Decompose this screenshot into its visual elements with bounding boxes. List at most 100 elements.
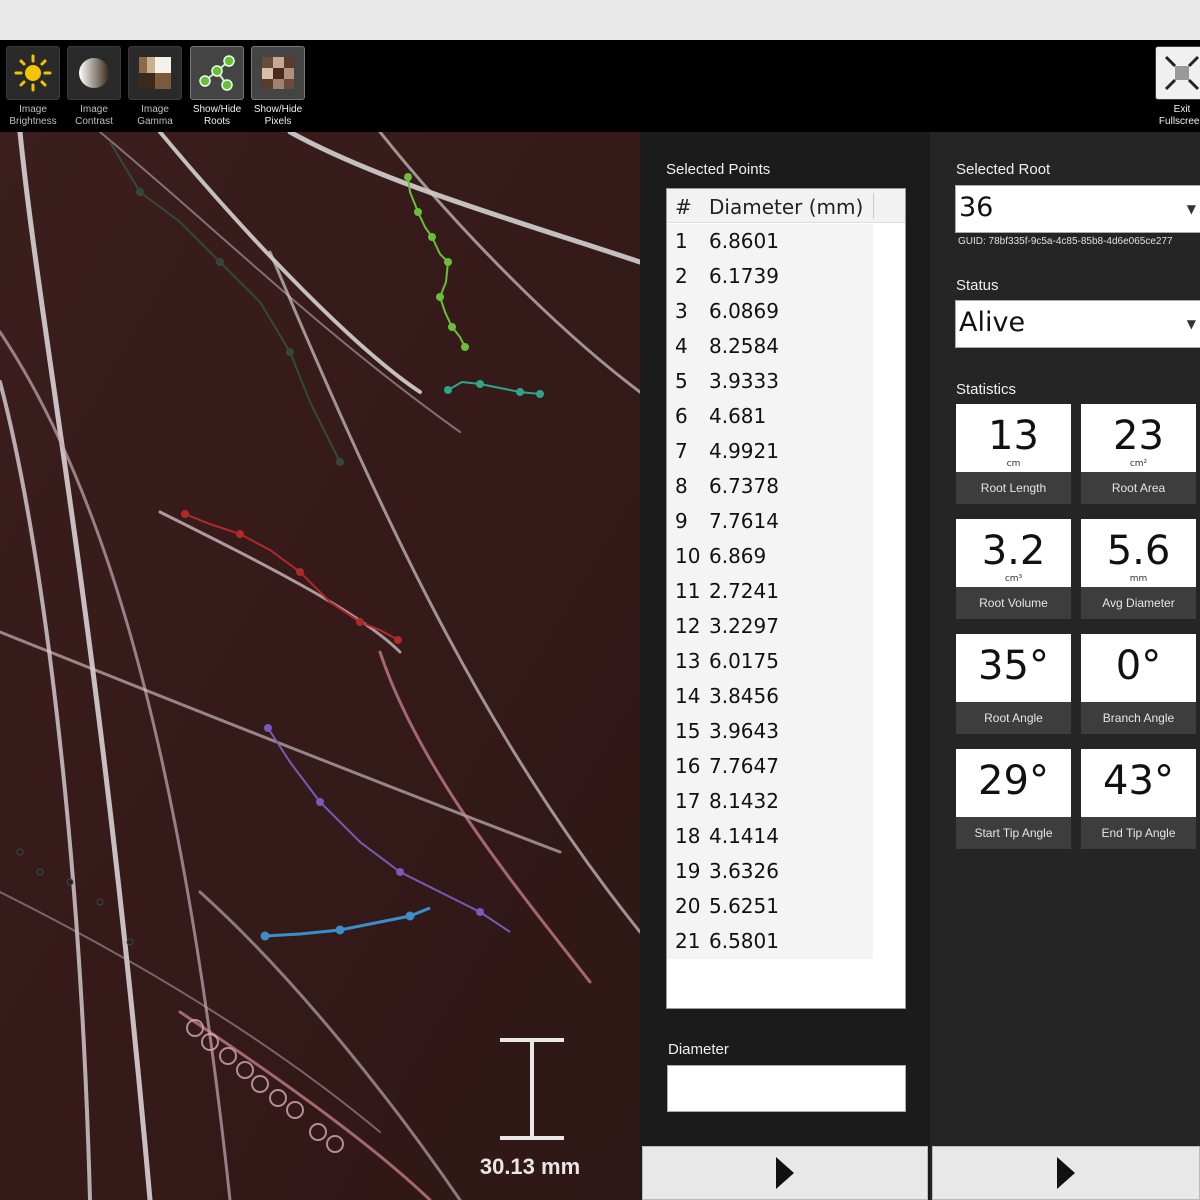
list-item[interactable]: 9 7.7614 [667,504,873,539]
stat-label: Branch Angle [1081,702,1196,734]
column-separator [873,193,874,219]
diameter-input[interactable] [667,1065,906,1112]
stat-unit: mm [1129,574,1148,584]
point-diameter: 6.869 [709,544,767,568]
play-icon [776,1157,794,1189]
list-item[interactable]: 12 3.2297 [667,609,873,644]
list-rows: 1 6.8601 2 6.1739 3 6.0869 4 8.2584 5 3.9333 6 4.68… [667,224,873,959]
point-number: 1 [675,229,688,253]
column-header-diameter[interactable]: Diameter (mm) [709,195,863,219]
point-number: 2 [675,264,688,288]
selected-root-label: Selected Root [956,161,1051,178]
stat-root-angle: 35° Root Angle [956,634,1071,734]
list-header: # Diameter (mm) [667,189,905,223]
list-item[interactable]: 2 6.1739 [667,259,873,294]
roots-icon [199,55,235,91]
list-item[interactable]: 18 4.1414 [667,819,873,854]
list-item[interactable]: 11 2.7241 [667,574,873,609]
point-number: 7 [675,439,688,463]
point-diameter: 6.0175 [709,649,779,673]
stat-label: Root Area [1081,472,1196,504]
point-diameter: 6.5801 [709,929,779,953]
stat-value: 5.6 [1106,528,1171,574]
selected-points-list[interactable]: # Diameter (mm) 1 6.8601 2 6.1739 3 6.0869 4 8.… [666,188,906,1009]
point-diameter: 3.9643 [709,719,779,743]
list-item[interactable]: 15 3.9643 [667,714,873,749]
stat-root-area: 23 cm² Root Area [1081,404,1196,504]
root-guid: GUID: 78bf335f-9c5a-4c85-85b8-4d6e065ce2… [958,236,1173,247]
point-diameter: 7.7647 [709,754,779,778]
image-contrast-button[interactable] [67,46,121,100]
point-diameter: 5.6251 [709,894,779,918]
image-brightness-button[interactable] [6,46,60,100]
root-image-canvas[interactable]: 30.13 mm [0,132,640,1200]
selected-points-panel: Selected Points # Diameter (mm) 1 6.8601 2… [640,132,930,1200]
stat-unit: cm² [1129,459,1148,469]
image-gamma-button[interactable] [128,46,182,100]
point-number: 17 [675,789,701,813]
stat-branch-angle: 0° Branch Angle [1081,634,1196,734]
list-item[interactable]: 1 6.8601 [667,224,873,259]
stat-label: Avg Diameter [1081,587,1196,619]
show-hide-pixels-button[interactable] [251,46,305,100]
list-item[interactable]: 4 8.2584 [667,329,873,364]
status-dropdown[interactable]: Alive ▼ [955,300,1200,348]
stat-value: 35° [978,643,1049,689]
show-hide-roots-button[interactable] [190,46,244,100]
show-hide-pixels-tool[interactable]: Show/Hide Pixels [250,46,306,128]
image-brightness-label: Image Brightness [9,104,57,127]
stat-label: Root Length [956,472,1071,504]
exit-fullscreen-icon [1164,55,1200,91]
list-item[interactable]: 20 5.6251 [667,889,873,924]
list-item[interactable]: 19 3.6326 [667,854,873,889]
image-brightness-tool[interactable]: Image Brightness [5,46,61,128]
list-item[interactable]: 7 4.9921 [667,434,873,469]
list-item[interactable]: 14 3.8456 [667,679,873,714]
list-item[interactable]: 5 3.9333 [667,364,873,399]
selected-root-dropdown[interactable]: 36 ▼ [955,185,1200,233]
root-image[interactable] [0,132,640,1200]
point-number: 14 [675,684,701,708]
list-item[interactable]: 3 6.0869 [667,294,873,329]
list-item[interactable]: 17 8.1432 [667,784,873,819]
show-hide-roots-tool[interactable]: Show/Hide Roots [189,46,245,128]
point-diameter: 3.6326 [709,859,779,883]
status-value: Alive [959,307,1026,338]
chevron-down-icon: ▼ [1186,202,1196,216]
list-item[interactable]: 10 6.869 [667,539,873,574]
stat-start-tip-angle: 29° Start Tip Angle [956,749,1071,849]
column-header-number[interactable]: # [675,195,692,219]
list-item[interactable]: 21 6.5801 [667,924,873,959]
stat-value: 23 [1113,413,1164,459]
chevron-down-icon: ▼ [1186,317,1196,331]
stat-value: 0° [1115,643,1162,689]
play-button-left[interactable] [642,1146,928,1200]
stat-unit: cm [1006,459,1021,469]
stat-label: Root Volume [956,587,1071,619]
list-item[interactable]: 13 6.0175 [667,644,873,679]
stat-root-volume: 3.2 cm³ Root Volume [956,519,1071,619]
point-diameter: 8.1432 [709,789,779,813]
image-contrast-tool[interactable]: Image Contrast [66,46,122,128]
list-item[interactable]: 16 7.7647 [667,749,873,784]
point-diameter: 4.9921 [709,439,779,463]
pixels-icon [262,57,294,89]
point-number: 15 [675,719,701,743]
stat-unit: cm³ [1004,574,1023,584]
play-icon [1057,1157,1075,1189]
play-button-right[interactable] [932,1146,1200,1200]
show-hide-pixels-label: Show/Hide Pixels [253,104,303,127]
exit-fullscreen-button[interactable] [1155,46,1200,100]
status-label: Status [956,277,999,294]
point-diameter: 6.7378 [709,474,779,498]
scale-label: 30.13 mm [479,1154,581,1179]
list-item[interactable]: 8 6.7378 [667,469,873,504]
diameter-label: Diameter [668,1041,729,1058]
stat-value: 29° [978,758,1049,804]
image-gamma-tool[interactable]: Image Gamma [127,46,183,128]
exit-fullscreen-tool[interactable]: ExitFullscreen [1154,46,1200,128]
list-item[interactable]: 6 4.681 [667,399,873,434]
point-diameter: 6.8601 [709,229,779,253]
stat-label: End Tip Angle [1081,817,1196,849]
point-number: 3 [675,299,688,323]
